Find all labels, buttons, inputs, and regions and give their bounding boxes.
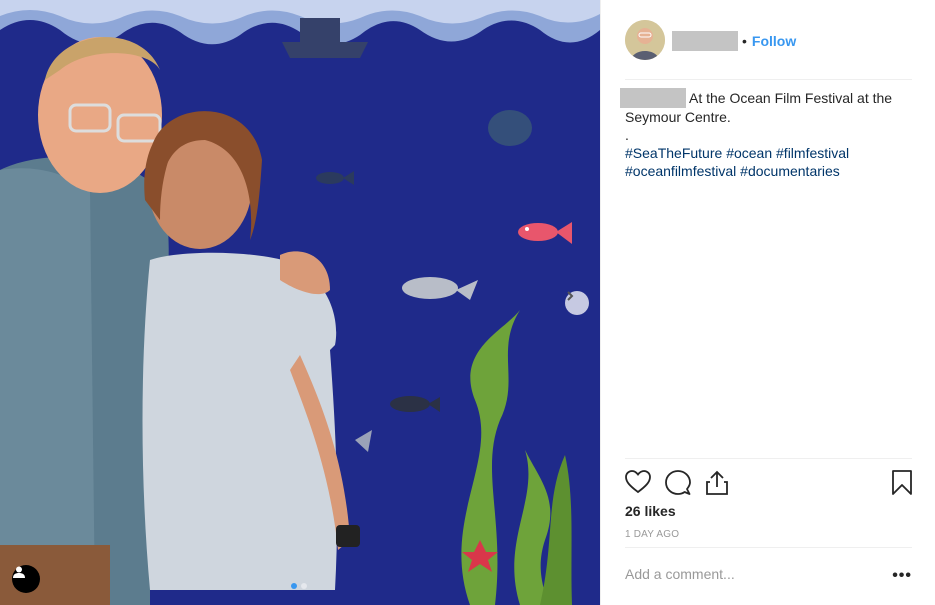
post-actions xyxy=(625,458,912,500)
save-button[interactable] xyxy=(892,470,912,501)
hashtag[interactable]: #SeaTheFuture xyxy=(625,145,722,161)
post-photo[interactable] xyxy=(0,0,600,605)
carousel-indicator xyxy=(291,583,307,589)
hashtag[interactable]: #filmfestival xyxy=(776,145,849,161)
more-options-button[interactable]: ••• xyxy=(892,567,912,585)
carousel-dot-active xyxy=(291,583,297,589)
hashtag[interactable]: #oceanfilmfestival xyxy=(625,163,736,179)
user-tag-button[interactable] xyxy=(12,565,40,593)
post-header: • Follow xyxy=(625,20,912,80)
post-timestamp: 1 DAY AGO xyxy=(625,529,680,540)
hashtag-list: #SeaTheFuture #ocean #filmfestival #ocea… xyxy=(625,144,915,180)
separator-bullet: • xyxy=(742,33,747,49)
share-button[interactable] xyxy=(705,470,729,501)
share-icon xyxy=(706,470,728,495)
heart-icon xyxy=(625,470,651,494)
comment-icon xyxy=(665,470,691,495)
bookmark-icon xyxy=(892,470,912,495)
hashtag[interactable]: #ocean xyxy=(726,145,772,161)
follow-button[interactable]: Follow xyxy=(752,33,796,49)
like-button[interactable] xyxy=(625,470,651,499)
likes-count[interactable]: 26 likes xyxy=(625,503,676,519)
avatar[interactable] xyxy=(625,20,665,60)
comment-button[interactable] xyxy=(665,470,691,501)
carousel-next-button[interactable] xyxy=(565,291,589,315)
comment-input[interactable] xyxy=(625,566,875,582)
post-caption: At the Ocean Film Festival at the Seymou… xyxy=(620,88,915,180)
caption-dot: . xyxy=(625,127,629,143)
avatar-image xyxy=(625,20,665,60)
hashtag[interactable]: #documentaries xyxy=(740,163,840,179)
photo-illustration xyxy=(0,0,600,605)
user-tag-icon xyxy=(13,566,25,578)
carousel-dot xyxy=(301,583,307,589)
caption-username-redacted[interactable] xyxy=(620,88,686,108)
username-redacted[interactable] xyxy=(672,31,738,51)
chevron-right-icon xyxy=(567,291,574,301)
post-side-panel: • Follow At the Ocean Film Festival at t… xyxy=(600,0,935,605)
comment-section: ••• xyxy=(625,547,912,603)
